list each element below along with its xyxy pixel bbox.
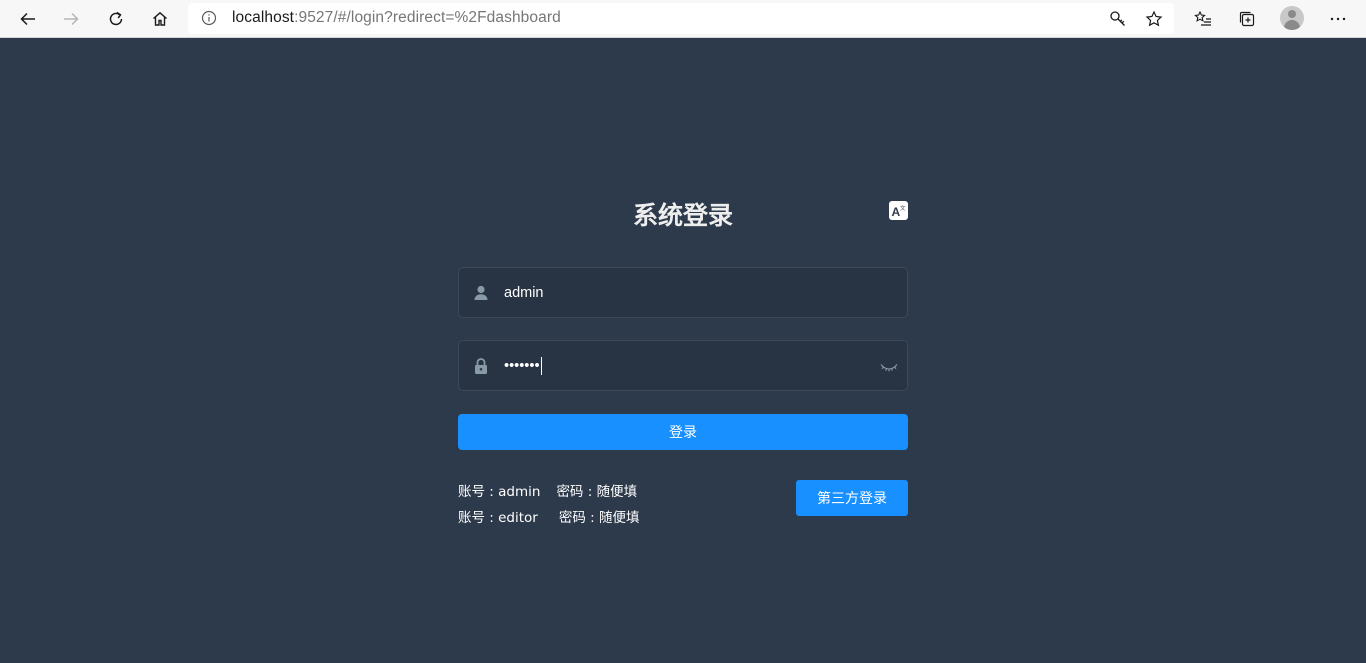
- browser-toolbar: localhost:9527/#/login?redirect=%2Fdashb…: [0, 0, 1366, 38]
- key-icon: [1110, 11, 1125, 26]
- tip-account: 账号 : admin: [458, 484, 541, 500]
- key-button[interactable]: [1108, 9, 1128, 29]
- tip-account: 账号 : editor: [458, 510, 538, 526]
- password-input[interactable]: •••••••: [504, 354, 864, 378]
- svg-text:文: 文: [900, 204, 906, 212]
- avatar-body: [1284, 20, 1300, 30]
- refresh-button[interactable]: [102, 5, 130, 33]
- arrow-right-icon: [64, 12, 79, 26]
- url-text[interactable]: localhost:9527/#/login?redirect=%2Fdashb…: [232, 9, 561, 27]
- username-input[interactable]: admin: [504, 281, 864, 305]
- login-button[interactable]: 登录: [458, 414, 908, 450]
- info-icon[interactable]: [201, 10, 217, 26]
- favorites-list-icon: [1194, 10, 1211, 26]
- username-field[interactable]: admin: [458, 267, 908, 318]
- user-icon: [474, 285, 488, 300]
- text-caret: [540, 357, 542, 376]
- url-path: :9527/#/login?redirect=%2Fdashboard: [294, 9, 561, 26]
- third-party-login-button[interactable]: 第三方登录: [796, 480, 908, 516]
- account-tip: 账号 : admin 密码 : 随便填: [458, 480, 637, 500]
- back-button[interactable]: [14, 5, 42, 33]
- collections-icon: [1239, 11, 1255, 27]
- login-title: 系统登录: [632, 201, 733, 230]
- avatar-head: [1288, 10, 1296, 18]
- tip-password: 密码 : 随便填: [558, 510, 640, 526]
- star-icon: [1145, 10, 1163, 27]
- password-value: •••••••: [504, 358, 540, 374]
- translate-icon: A文: [891, 204, 906, 218]
- more-icon: [1330, 17, 1346, 21]
- url-host: localhost: [232, 9, 295, 26]
- favorites-button[interactable]: [1189, 5, 1217, 33]
- forward-button[interactable]: [57, 5, 85, 33]
- account-tip: 账号 : editor 密码 : 随便填: [458, 506, 640, 526]
- home-icon: [153, 11, 167, 26]
- arrow-left-icon: [20, 12, 35, 26]
- language-switch-button[interactable]: A文: [889, 201, 908, 220]
- more-button[interactable]: [1324, 5, 1352, 33]
- collections-button[interactable]: [1233, 5, 1261, 33]
- password-field[interactable]: •••••••: [458, 340, 908, 391]
- refresh-icon: [109, 11, 123, 26]
- eye-closed-icon[interactable]: [880, 359, 898, 373]
- home-button[interactable]: [146, 5, 174, 33]
- tip-password: 密码 : 随便填: [556, 484, 638, 500]
- address-bar[interactable]: localhost:9527/#/login?redirect=%2Fdashb…: [188, 3, 1174, 34]
- favorite-button[interactable]: [1144, 9, 1164, 29]
- profile-avatar[interactable]: [1280, 6, 1304, 30]
- lock-icon: [475, 358, 487, 374]
